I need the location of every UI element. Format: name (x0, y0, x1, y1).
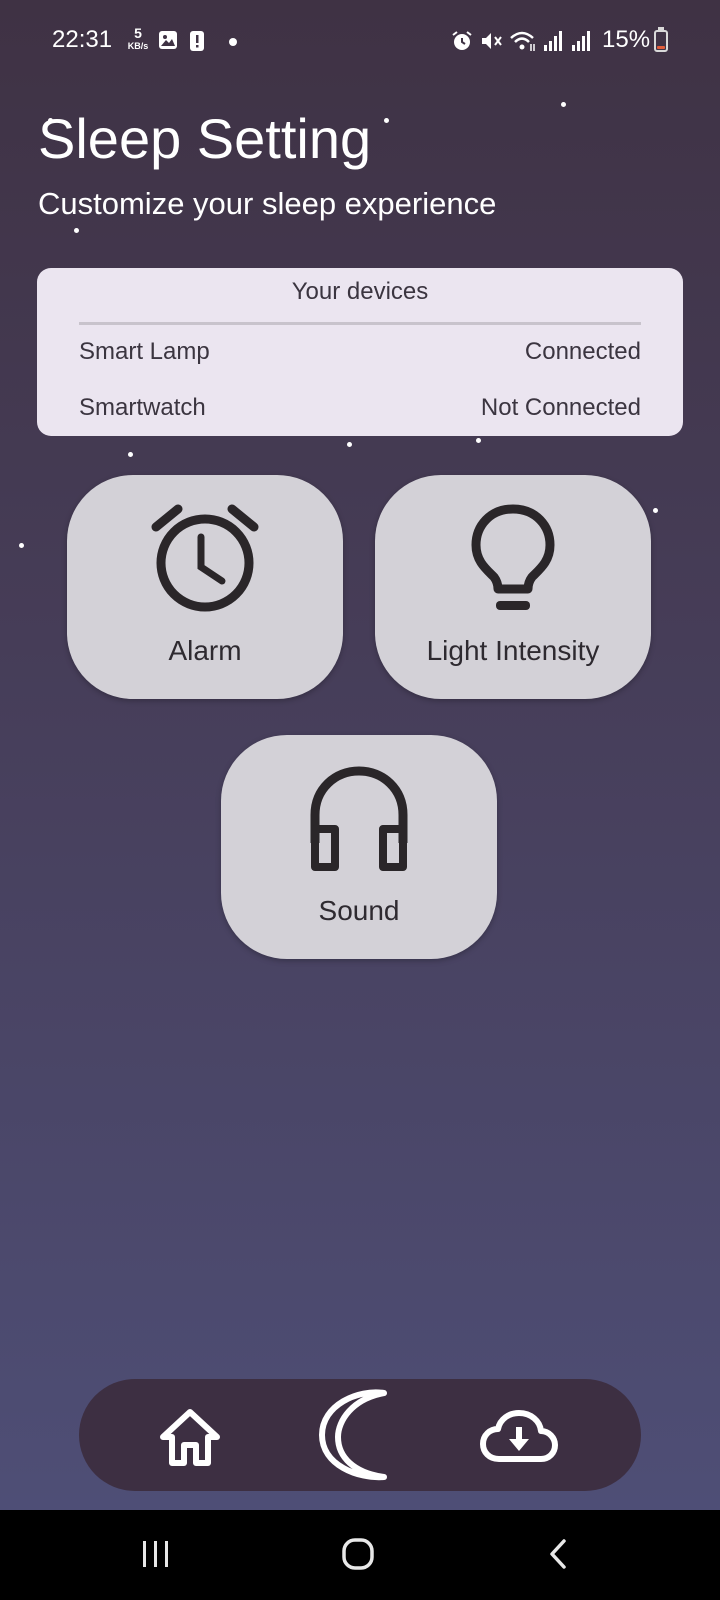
status-time: 22:31 (52, 26, 113, 53)
devices-card: Your devices Smart Lamp Connected Smartw… (37, 268, 683, 436)
status-bar: 22:31 5 KB/s 15% (0, 0, 720, 84)
wifi-icon (509, 30, 537, 57)
page-subtitle: Customize your sleep experience (38, 186, 497, 221)
alarm-icon (451, 30, 473, 57)
star (74, 228, 79, 233)
device-row-smart-lamp: Smart Lamp Connected (79, 338, 641, 370)
divider (79, 322, 641, 325)
home-circle-icon[interactable] (340, 1537, 376, 1576)
light-intensity-button[interactable]: Light Intensity (375, 475, 651, 699)
image-icon (158, 30, 178, 55)
star (347, 442, 352, 447)
device-status: Not Connected (480, 394, 641, 421)
star (476, 438, 481, 443)
signal-icon (571, 30, 591, 57)
moon-icon[interactable] (316, 1387, 396, 1488)
light-intensity-label: Light Intensity (426, 635, 600, 666)
lightbulb-icon (468, 503, 558, 620)
device-name: Smart Lamp (79, 338, 210, 365)
device-row-smartwatch: Smartwatch Not Connected (79, 394, 641, 426)
system-navigation-bar (0, 1510, 720, 1600)
alarm-button[interactable]: Alarm (67, 475, 343, 699)
home-icon[interactable] (158, 1407, 222, 1472)
alarm-clock-icon (150, 503, 260, 618)
battery-level-fill (657, 46, 665, 49)
dot-icon (229, 38, 237, 46)
sound-button[interactable]: Sound (221, 735, 497, 959)
star (128, 452, 133, 457)
star (653, 508, 658, 513)
battery-icon (654, 27, 668, 52)
alarm-label: Alarm (168, 635, 242, 666)
star (19, 543, 24, 548)
star (561, 102, 566, 107)
recents-icon[interactable] (140, 1537, 172, 1576)
page-title: Sleep Setting (38, 107, 372, 170)
device-name: Smartwatch (79, 394, 206, 421)
network-speed-unit: KB/s (127, 41, 149, 51)
bottom-navigation (79, 1379, 641, 1491)
signal-icon (543, 30, 563, 57)
battery-percentage: 15% (602, 26, 651, 53)
network-speed-value: 5 (134, 25, 142, 41)
sound-label: Sound (318, 895, 400, 926)
mute-icon (480, 30, 504, 57)
cloud-download-icon[interactable] (479, 1409, 559, 1470)
star (384, 118, 389, 123)
alert-icon (189, 30, 205, 57)
headphones-icon (307, 763, 411, 878)
back-icon[interactable] (546, 1537, 570, 1576)
device-status: Connected (524, 338, 641, 365)
devices-title: Your devices (291, 278, 429, 305)
network-speed: 5 KB/s (124, 26, 152, 51)
